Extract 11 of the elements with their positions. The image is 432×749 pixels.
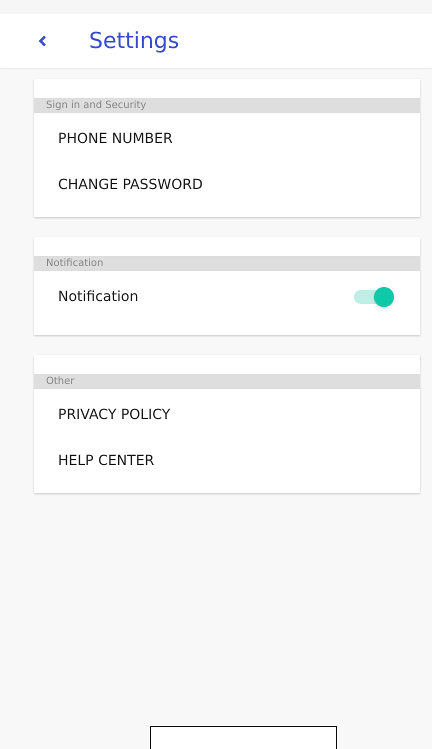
section-header: Sign in and Security xyxy=(34,98,420,113)
back-icon[interactable] xyxy=(38,35,47,47)
settings-label: Notification xyxy=(58,289,138,305)
settings-item[interactable]: HELP CENTER xyxy=(58,453,154,469)
settings-item[interactable]: PHONE NUMBER xyxy=(58,131,173,147)
section-header: Other xyxy=(34,374,420,389)
toggle-switch[interactable] xyxy=(354,290,392,304)
page-title: Settings xyxy=(89,28,180,54)
section-header: Notification xyxy=(34,256,420,271)
settings-item[interactable]: CHANGE PASSWORD xyxy=(58,177,203,193)
settings-item[interactable]: PRIVACY POLICY xyxy=(58,407,170,423)
